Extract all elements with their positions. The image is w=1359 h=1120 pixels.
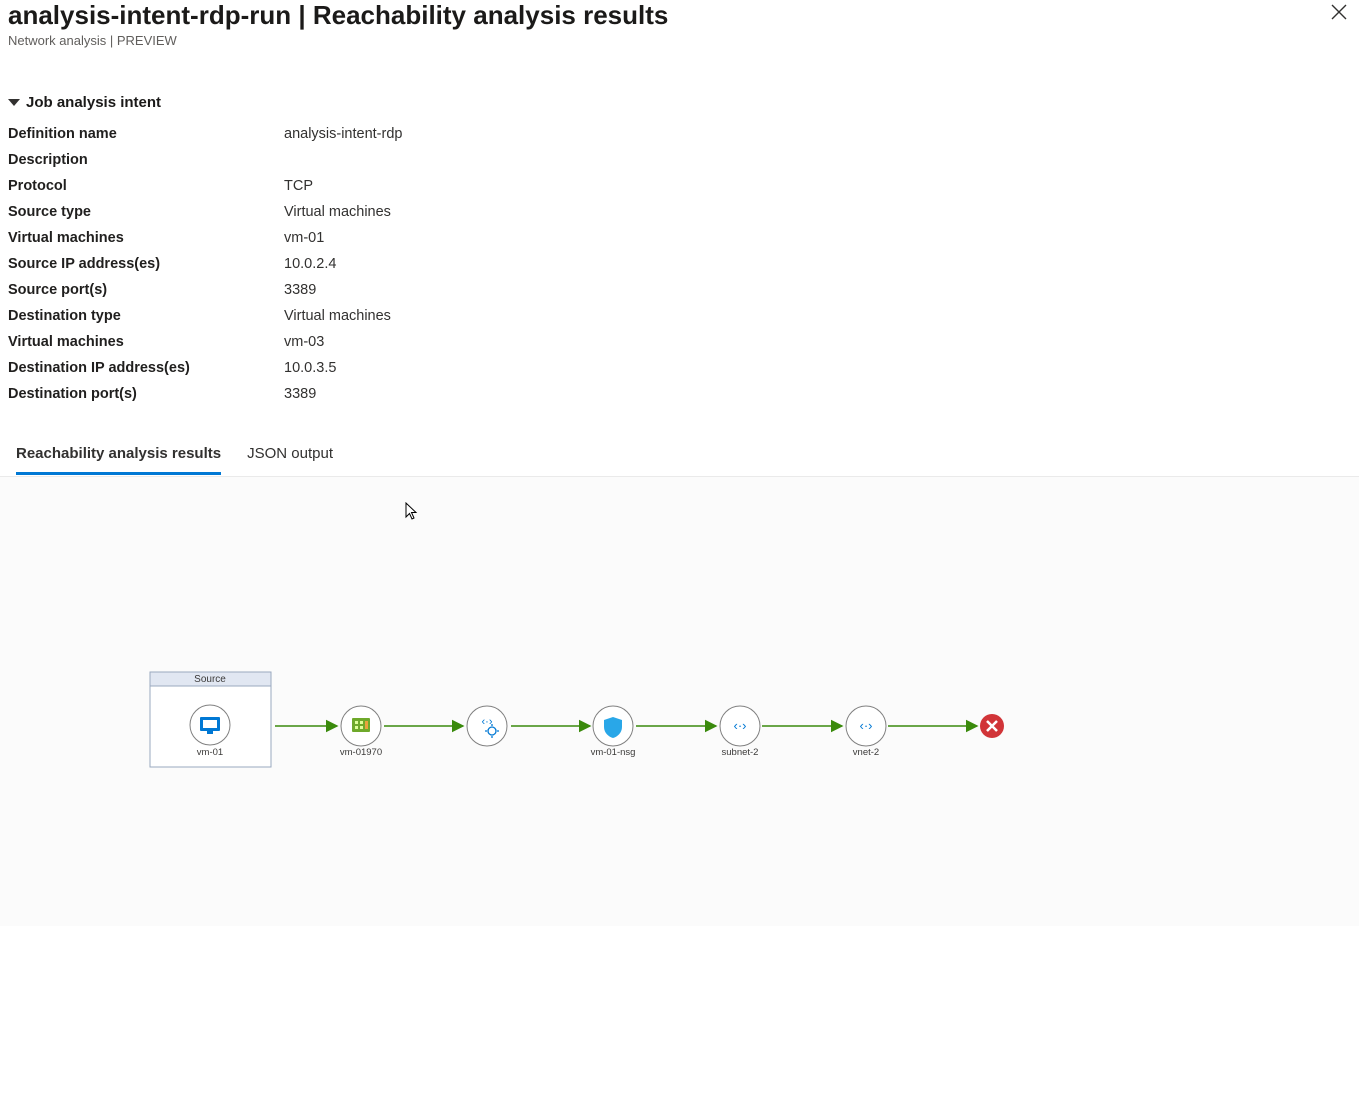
- property-row: Description: [8, 147, 1351, 173]
- node-label: vm-01970: [340, 747, 382, 758]
- property-label: Protocol: [8, 178, 284, 194]
- nic-icon: [352, 718, 370, 732]
- page-subtitle: Network analysis | PREVIEW: [8, 33, 668, 48]
- node-label: vnet-2: [853, 747, 879, 758]
- property-label: Destination port(s): [8, 386, 284, 402]
- property-label: Destination type: [8, 308, 284, 324]
- property-value: analysis-intent-rdp: [284, 126, 402, 142]
- section-toggle-job-analysis-intent[interactable]: Job analysis intent: [8, 94, 1351, 111]
- property-row: Destination IP address(es)10.0.3.5: [8, 355, 1351, 381]
- close-icon[interactable]: [1327, 0, 1351, 28]
- property-label: Destination IP address(es): [8, 360, 284, 376]
- property-value: vm-01: [284, 230, 324, 246]
- net-icon: ‹·›: [734, 718, 747, 733]
- diagram-canvas[interactable]: Source vm-01 vm-01970: [0, 476, 1359, 926]
- property-row: ProtocolTCP: [8, 173, 1351, 199]
- tab-reachability-results[interactable]: Reachability analysis results: [16, 445, 221, 475]
- property-label: Description: [8, 152, 284, 168]
- property-row: Destination typeVirtual machines: [8, 303, 1351, 329]
- property-value: 10.0.2.4: [284, 256, 336, 272]
- property-row: Source port(s)3389: [8, 277, 1351, 303]
- page-title: analysis-intent-rdp-run | Reachability a…: [8, 0, 668, 31]
- node-label: vm-01: [197, 747, 223, 758]
- tabs-bar: Reachability analysis results JSON outpu…: [0, 445, 1359, 476]
- property-label: Virtual machines: [8, 334, 284, 350]
- svg-text:‹·›: ‹·›: [482, 716, 493, 728]
- property-value: Virtual machines: [284, 308, 391, 324]
- property-value: vm-03: [284, 334, 324, 350]
- node-label: subnet-2: [722, 747, 759, 758]
- chevron-down-icon: [8, 99, 20, 106]
- property-row: Virtual machinesvm-03: [8, 329, 1351, 355]
- property-value: 10.0.3.5: [284, 360, 336, 376]
- property-value: Virtual machines: [284, 204, 391, 220]
- property-row: Source typeVirtual machines: [8, 199, 1351, 225]
- topology-diagram: Source vm-01 vm-01970: [0, 477, 1194, 927]
- node-label: vm-01-nsg: [591, 747, 636, 758]
- property-label: Definition name: [8, 126, 284, 142]
- property-row: Destination port(s)3389: [8, 381, 1351, 407]
- source-box-label: Source: [194, 674, 226, 685]
- property-row: Definition nameanalysis-intent-rdp: [8, 121, 1351, 147]
- property-label: Virtual machines: [8, 230, 284, 246]
- property-value: 3389: [284, 282, 316, 298]
- property-value: TCP: [284, 178, 313, 194]
- property-label: Source port(s): [8, 282, 284, 298]
- section-title: Job analysis intent: [26, 94, 161, 111]
- property-label: Source IP address(es): [8, 256, 284, 272]
- net-icon: ‹·›: [860, 718, 873, 733]
- property-label: Source type: [8, 204, 284, 220]
- tab-json-output[interactable]: JSON output: [247, 445, 333, 475]
- property-value: 3389: [284, 386, 316, 402]
- property-row: Virtual machinesvm-01: [8, 225, 1351, 251]
- property-row: Source IP address(es)10.0.2.4: [8, 251, 1351, 277]
